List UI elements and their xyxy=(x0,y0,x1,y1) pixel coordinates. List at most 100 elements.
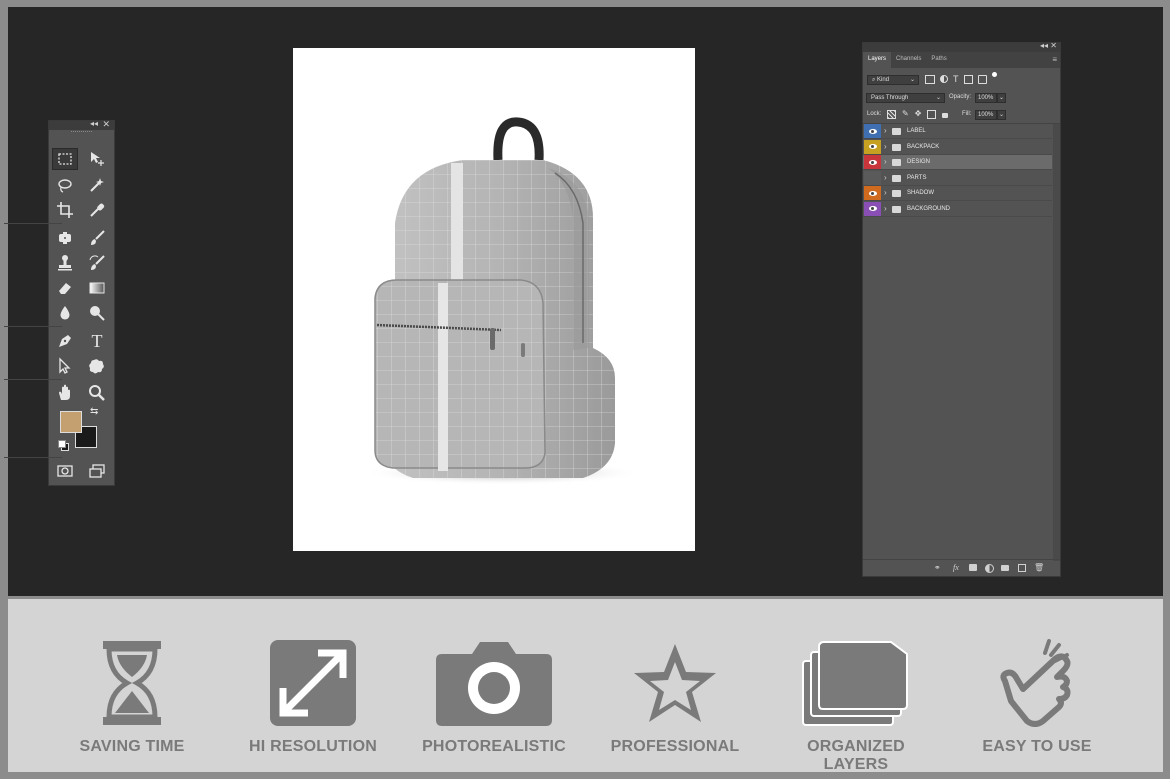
filter-toggle-icon[interactable] xyxy=(991,72,997,77)
chevron-down-icon: ⌄ xyxy=(909,77,915,83)
pen-icon[interactable] xyxy=(52,330,78,352)
drag-grip[interactable] xyxy=(71,131,92,138)
filter-adjustment-icon[interactable] xyxy=(940,75,948,83)
custom-shape-icon[interactable] xyxy=(84,355,110,377)
layer-name: BACKGROUND xyxy=(907,205,951,212)
history-brush-icon[interactable] xyxy=(84,252,110,274)
visibility-eye-icon[interactable] xyxy=(864,170,881,185)
clone-stamp-icon[interactable] xyxy=(52,252,78,274)
lasso-icon[interactable] xyxy=(52,174,78,196)
visibility-eye-icon[interactable] xyxy=(864,124,881,138)
filter-kind-select[interactable]: ⌕ Kind ⌄ xyxy=(867,75,919,85)
lock-artboard-icon[interactable] xyxy=(927,110,937,119)
feature-professional: PROFESSIONAL xyxy=(595,638,755,755)
rectangular-marquee-icon[interactable] xyxy=(52,148,78,170)
visibility-eye-icon[interactable] xyxy=(864,155,881,169)
panel-menu-icon[interactable]: ≡ xyxy=(1052,55,1057,64)
eraser-icon[interactable] xyxy=(52,277,78,299)
link-icon[interactable]: ⚭ xyxy=(934,563,941,572)
star-icon xyxy=(595,638,755,728)
tool-separator xyxy=(4,457,62,458)
camera-icon xyxy=(414,638,574,728)
layer-row[interactable]: › PARTS xyxy=(863,170,1052,186)
feature-easy-to-use: EASY TO USE xyxy=(957,638,1117,755)
magic-wand-icon[interactable] xyxy=(84,174,110,196)
hand-icon[interactable] xyxy=(52,382,78,404)
layers-panel: ◂◂ ✕ Layers Channels Paths ≡ ⌕ Kind ⌄ T P… xyxy=(862,41,1061,577)
swap-colors-icon[interactable]: ⇆ xyxy=(90,406,98,417)
gradient-icon[interactable] xyxy=(84,277,110,299)
tab-channels[interactable]: Channels xyxy=(891,52,926,68)
mask-icon[interactable] xyxy=(969,564,977,571)
chevron-right-icon[interactable]: › xyxy=(884,173,887,182)
brush-icon[interactable] xyxy=(84,227,110,249)
lock-all-icon[interactable] xyxy=(942,113,949,118)
feature-hi-resolution: HI RESOLUTION xyxy=(233,638,393,755)
move-tool-icon[interactable] xyxy=(84,148,110,170)
collapse-icon[interactable]: ◂◂ xyxy=(1040,41,1048,50)
foreground-color-swatch[interactable] xyxy=(60,411,82,433)
type-icon[interactable]: T xyxy=(84,330,110,352)
chevron-right-icon[interactable]: › xyxy=(884,204,887,213)
trash-icon[interactable]: 🗑 xyxy=(1034,563,1044,572)
layer-row[interactable]: › BACKPACK xyxy=(863,139,1052,155)
tool-separator xyxy=(4,223,62,224)
chevron-right-icon[interactable]: › xyxy=(884,188,887,197)
quick-mask-icon[interactable] xyxy=(52,460,78,482)
feature-photorealistic: PHOTOREALISTIC xyxy=(414,638,574,755)
feature-label: ORGANIZED LAYERS xyxy=(807,738,905,773)
filter-type-icon[interactable]: T xyxy=(953,75,959,84)
layer-name: BACKPACK xyxy=(907,143,940,150)
visibility-eye-icon[interactable] xyxy=(864,139,881,154)
blur-icon[interactable] xyxy=(52,302,78,324)
layer-row[interactable]: › DESIGN xyxy=(863,155,1052,170)
folder-icon xyxy=(892,190,901,197)
visibility-eye-icon[interactable] xyxy=(864,186,881,200)
collapse-icon[interactable]: ◂◂ xyxy=(90,119,98,128)
opacity-label: Opacity: xyxy=(949,94,972,100)
layers-scrollbar[interactable] xyxy=(1053,124,1060,561)
adjustment-icon[interactable] xyxy=(985,564,994,573)
hourglass-icon xyxy=(52,638,212,728)
visibility-eye-icon[interactable] xyxy=(864,201,881,216)
filter-pixel-icon[interactable] xyxy=(925,75,935,84)
eyedropper-icon[interactable] xyxy=(84,199,110,221)
folder-icon xyxy=(892,143,901,151)
screen-mode-icon[interactable] xyxy=(84,460,110,482)
spot-healing-icon[interactable] xyxy=(52,227,78,249)
lock-label: Lock: xyxy=(867,111,882,117)
lock-position-icon[interactable]: ✥ xyxy=(915,110,922,119)
document-canvas[interactable] xyxy=(293,48,695,551)
feature-organized-layers: ORGANIZED LAYERS xyxy=(776,638,936,773)
filter-shape-icon[interactable] xyxy=(963,75,973,84)
tab-paths[interactable]: Paths xyxy=(926,52,951,68)
tab-layers[interactable]: Layers xyxy=(863,52,892,68)
dodge-icon[interactable] xyxy=(84,302,110,324)
default-colors-icon[interactable] xyxy=(58,440,69,451)
layer-row[interactable]: › BACKGROUND xyxy=(863,201,1052,217)
close-icon[interactable]: ✕ xyxy=(102,119,110,130)
new-layer-icon[interactable] xyxy=(1018,564,1026,572)
crop-icon[interactable] xyxy=(52,199,78,221)
layer-row[interactable]: › SHADOW xyxy=(863,186,1052,201)
feature-label: HI RESOLUTION xyxy=(249,738,377,755)
fill-dropdown[interactable]: ⌄ xyxy=(997,110,1006,120)
zoom-icon[interactable] xyxy=(84,382,110,404)
lock-image-icon[interactable]: ✎ xyxy=(902,110,909,119)
chevron-right-icon[interactable]: › xyxy=(884,142,887,151)
chevron-right-icon[interactable]: › xyxy=(884,157,887,166)
lock-transparent-icon[interactable] xyxy=(887,110,896,119)
opacity-dropdown[interactable]: ⌄ xyxy=(997,93,1006,103)
feature-label: PHOTOREALISTIC xyxy=(422,738,566,755)
group-folder-icon[interactable] xyxy=(1001,565,1009,571)
blend-mode-select[interactable]: Pass Through ⌄ xyxy=(866,93,945,103)
chevron-down-icon: ⌄ xyxy=(999,95,1005,101)
filter-smart-object-icon[interactable] xyxy=(977,75,987,84)
close-icon[interactable]: ✕ xyxy=(1050,41,1057,50)
chevron-right-icon[interactable]: › xyxy=(884,126,887,135)
opacity-input[interactable]: 100% xyxy=(975,93,997,103)
fill-input[interactable]: 100% xyxy=(975,110,997,120)
layer-row[interactable]: › LABEL xyxy=(863,124,1052,139)
fx-icon[interactable]: fx xyxy=(953,563,959,572)
path-selection-icon[interactable] xyxy=(52,355,78,377)
